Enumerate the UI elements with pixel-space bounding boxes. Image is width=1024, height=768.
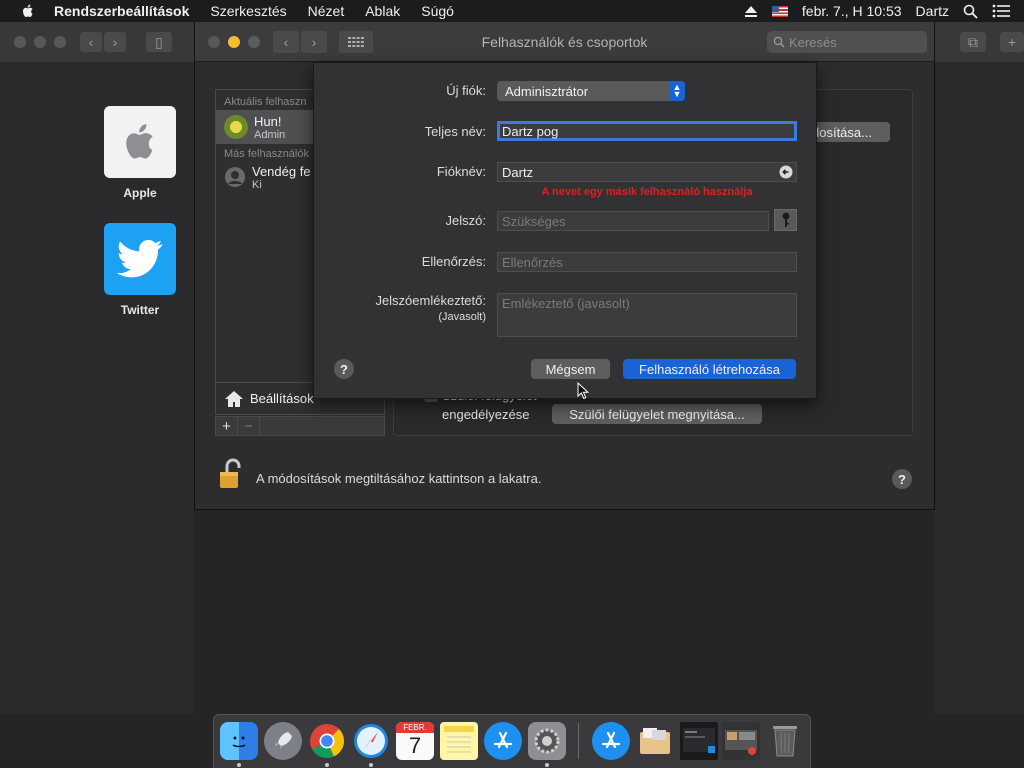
cancel-button[interactable]: Mégsem <box>531 359 610 379</box>
app-store-icon[interactable] <box>484 722 522 760</box>
chrome-running-indicator <box>325 763 329 767</box>
screenshot-stack-icon[interactable] <box>680 722 718 760</box>
lock-open-icon[interactable] <box>219 458 243 490</box>
calendar-icon[interactable]: FEBR. 7 <box>396 722 434 760</box>
full-name-label: Teljes név: <box>424 124 486 139</box>
create-user-button[interactable]: Felhasználó létrehozása <box>623 359 796 379</box>
account-name-value: Dartz <box>502 164 534 180</box>
chevron-updown-icon: ▲ ▼ <box>669 81 685 101</box>
menu-bar: Rendszerbeállítások Szerkesztés Nézet Ab… <box>0 0 1024 22</box>
password-label: Jelszó: <box>445 213 486 228</box>
apple-app-icon[interactable] <box>104 106 176 178</box>
account-name-label: Fióknév: <box>436 164 486 179</box>
key-icon <box>782 212 789 227</box>
search-input[interactable]: Keresés <box>767 31 927 53</box>
verify-label: Ellenőrzés: <box>421 254 486 269</box>
account-name-arrow-icon[interactable] <box>779 165 793 179</box>
system-preferences-running-indicator <box>545 763 549 767</box>
password-input[interactable]: Szükséges <box>497 211 769 231</box>
settings-label: Beállítások <box>250 391 314 406</box>
open-parental-controls-button[interactable]: Szülői felügyelet megnyitása... <box>552 404 762 424</box>
back-button[interactable]: ‹ <box>80 32 102 52</box>
tab-overview-icon[interactable]: ⧉ <box>960 32 986 52</box>
background-window-right-titlebar: ⧉ + <box>934 22 1024 62</box>
menu-edit[interactable]: Szerkesztés <box>210 3 286 19</box>
zoom-button[interactable] <box>54 36 66 48</box>
spotlight-search-icon[interactable] <box>963 4 978 19</box>
twitter-app-label: Twitter <box>120 303 160 317</box>
dock-separator <box>578 723 579 759</box>
account-type-select[interactable]: Adminisztrátor ▲ ▼ <box>497 81 685 101</box>
new-account-sheet: Új fiók: Adminisztrátor ▲ ▼ Teljes név: D… <box>313 62 817 399</box>
dock: FEBR. 7 <box>213 714 811 768</box>
password-hint-input[interactable]: Emlékeztető (javasolt) <box>497 293 797 337</box>
search-icon <box>773 36 785 48</box>
downloads-stack-icon[interactable] <box>722 722 760 760</box>
safari-running-indicator <box>369 763 373 767</box>
password-hint-sublabel: (Javasolt) <box>438 311 486 323</box>
sidebar-footer: + − <box>215 416 385 436</box>
minimize-button[interactable] <box>34 36 46 48</box>
sidebar-toggle-icon[interactable]: ▯ <box>146 32 172 52</box>
documents-stack-icon[interactable] <box>636 722 674 760</box>
account-type-value: Adminisztrátor <box>505 83 589 99</box>
house-icon <box>225 390 243 407</box>
eject-icon[interactable] <box>744 5 758 17</box>
apple-app-label: Apple <box>123 186 157 200</box>
password-hint-label: Jelszóemlékeztető: <box>375 293 486 308</box>
calendar-month: FEBR. <box>396 722 434 733</box>
menu-view[interactable]: Nézet <box>308 3 345 19</box>
parental-controls-label-line2: engedélyezése <box>442 407 530 422</box>
finder-icon[interactable] <box>220 722 258 760</box>
calendar-day: 7 <box>408 733 422 758</box>
mouse-cursor-icon <box>577 382 589 400</box>
lock-instruction-text: A módosítások megtiltásához kattintson a… <box>256 471 542 486</box>
close-button[interactable] <box>14 36 26 48</box>
remove-user-button[interactable]: − <box>238 417 260 435</box>
new-account-label: Új fiók: <box>446 83 486 98</box>
finder-running-indicator <box>237 763 241 767</box>
applications-folder-icon[interactable] <box>592 722 630 760</box>
password-assistant-key-button[interactable] <box>774 209 797 231</box>
add-user-button[interactable]: + <box>216 417 238 435</box>
guest-user-name: Vendég fe <box>252 163 311 179</box>
menu-app-name[interactable]: Rendszerbeállítások <box>54 3 189 19</box>
sheet-help-button[interactable]: ? <box>334 359 354 379</box>
help-button[interactable]: ? <box>892 469 912 489</box>
apple-menu-icon[interactable] <box>20 3 36 19</box>
new-tab-icon[interactable]: + <box>1000 32 1024 52</box>
chrome-icon[interactable] <box>308 722 346 760</box>
notification-center-icon[interactable] <box>992 4 1010 18</box>
account-name-error: A nevet egy másik felhasználó használja <box>541 186 753 198</box>
background-window-titlebar: ‹ › ▯ <box>0 22 194 62</box>
verify-input[interactable]: Ellenőrzés <box>497 252 797 272</box>
account-name-input[interactable]: Dartz <box>497 162 797 182</box>
safari-icon[interactable] <box>352 722 390 760</box>
menu-user[interactable]: Dartz <box>916 3 949 19</box>
forward-button[interactable]: › <box>104 32 126 52</box>
current-user-name: Hun! <box>254 113 282 129</box>
guest-user-role: Ki <box>252 178 262 191</box>
launchpad-icon[interactable] <box>264 722 302 760</box>
twitter-app-icon[interactable] <box>104 223 176 295</box>
guest-user-icon <box>225 167 245 187</box>
full-name-input[interactable]: Dartz pog <box>497 121 797 141</box>
menu-clock[interactable]: febr. 7., H 10:53 <box>802 3 902 19</box>
search-placeholder: Keresés <box>789 34 837 50</box>
background-window-right: ⧉ + <box>934 22 1024 714</box>
menu-help[interactable]: Súgó <box>421 3 454 19</box>
menu-window[interactable]: Ablak <box>365 3 400 19</box>
trash-icon[interactable] <box>766 722 804 760</box>
current-user-role: Admin <box>254 128 286 141</box>
window-titlebar: ‹ › Felhasználók és csoportok Keresés <box>195 22 934 62</box>
system-preferences-icon[interactable] <box>528 722 566 760</box>
avatar <box>224 115 248 139</box>
notes-icon[interactable] <box>440 722 478 760</box>
input-source-flag-icon[interactable] <box>771 5 788 17</box>
